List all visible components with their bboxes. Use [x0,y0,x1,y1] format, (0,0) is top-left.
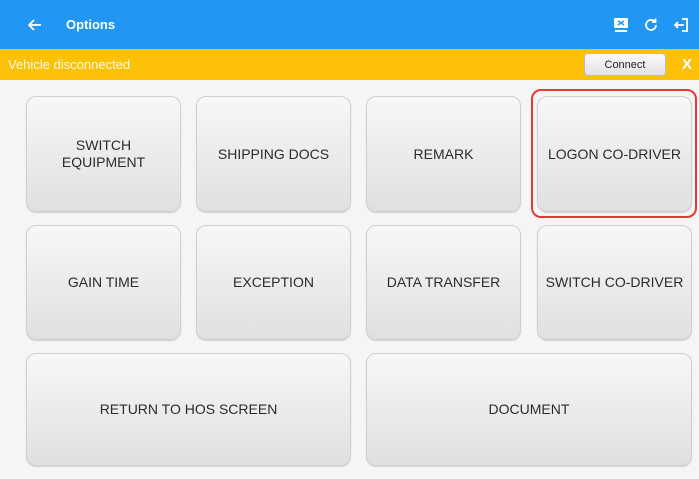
exception-button[interactable]: EXCEPTION [196,225,351,340]
refresh-icon[interactable] [641,15,661,35]
gain-time-button[interactable]: GAIN TIME [26,225,181,340]
app-bar: Options [0,0,699,49]
connection-banner: Vehicle disconnected Connect X [0,49,699,80]
banner-close-button[interactable]: X [682,56,692,73]
connect-button[interactable]: Connect [584,53,666,76]
document-button[interactable]: DOCUMENT [366,353,692,466]
back-arrow-icon[interactable] [24,14,46,36]
remark-button[interactable]: REMARK [366,96,521,212]
page-title: Options [66,17,116,32]
device-icon[interactable] [611,15,631,35]
logout-icon[interactable] [671,15,691,35]
switch-equipment-button[interactable]: SWITCH EQUIPMENT [26,96,181,212]
banner-message: Vehicle disconnected [8,57,131,72]
switch-co-driver-button[interactable]: SWITCH CO-DRIVER [537,225,692,340]
return-to-hos-screen-button[interactable]: RETURN TO HOS SCREEN [26,353,351,466]
highlight-frame [531,89,697,218]
data-transfer-button[interactable]: DATA TRANSFER [366,225,521,340]
shipping-docs-button[interactable]: SHIPPING DOCS [196,96,351,212]
